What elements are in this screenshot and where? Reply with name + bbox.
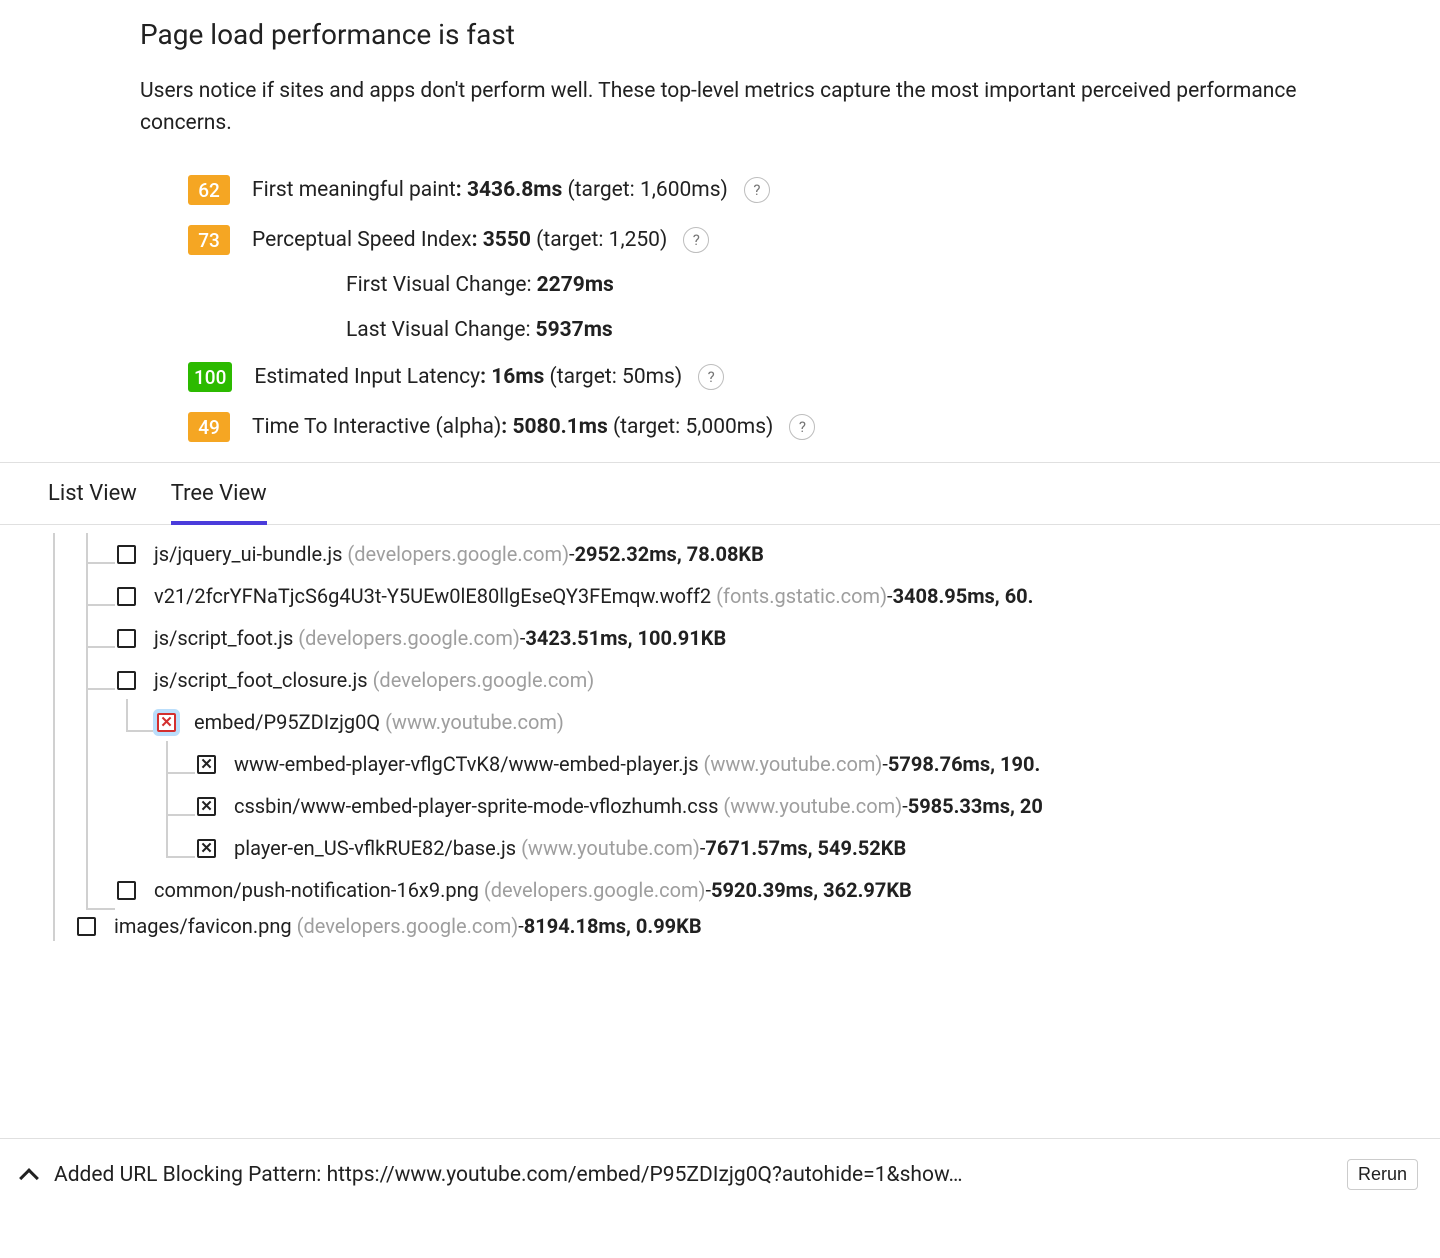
status-bar: Added URL Blocking Pattern: https://www.… bbox=[0, 1138, 1440, 1210]
tree-file: js/script_foot_closure.js bbox=[154, 668, 368, 692]
metric-time-to-interactive[interactable]: 49 Time To Interactive (alpha): 5080.1ms… bbox=[188, 412, 1300, 442]
tree-stats: 3408.95ms, 60. bbox=[893, 584, 1034, 608]
checkbox-icon[interactable] bbox=[77, 917, 96, 936]
tree-stats: 5798.76ms, 190. bbox=[888, 752, 1040, 776]
report-description: Users notice if sites and apps don't per… bbox=[140, 76, 1300, 139]
help-icon[interactable]: ? bbox=[698, 364, 724, 390]
tree-row[interactable]: embed/P95ZDIzjg0Q (www.youtube.com) bbox=[45, 701, 1440, 743]
checkbox-checked-icon[interactable] bbox=[197, 839, 216, 858]
tree-host: (developers.google.com) bbox=[298, 626, 520, 650]
checkbox-checked-icon[interactable] bbox=[197, 797, 216, 816]
checkbox-icon[interactable] bbox=[117, 629, 136, 648]
tree-row[interactable]: common/push-notification-16x9.png (devel… bbox=[45, 869, 1440, 911]
tree-stats: 2952.32ms, 78.08KB bbox=[575, 542, 764, 566]
metric-label: Perceptual Speed Index: 3550 (target: 1,… bbox=[252, 228, 667, 252]
tree-file: js/jquery_ui-bundle.js bbox=[154, 542, 342, 566]
tree-row[interactable]: player-en_US-vflkRUE82/base.js (www.yout… bbox=[45, 827, 1440, 869]
metric-label: Estimated Input Latency: 16ms (target: 5… bbox=[254, 365, 682, 389]
help-icon[interactable]: ? bbox=[744, 177, 770, 203]
tree-row[interactable]: images/favicon.png (developers.google.co… bbox=[45, 911, 1440, 941]
tree-row[interactable]: cssbin/www-embed-player-sprite-mode-vflo… bbox=[45, 785, 1440, 827]
metrics-list: 62 First meaningful paint: 3436.8ms (tar… bbox=[140, 175, 1300, 442]
tree-stats: 5920.39ms, 362.97KB bbox=[711, 878, 912, 902]
score-badge: 49 bbox=[188, 412, 230, 442]
checkbox-icon[interactable] bbox=[117, 671, 136, 690]
score-badge: 100 bbox=[188, 362, 232, 392]
tree-host: (www.youtube.com) bbox=[723, 794, 902, 818]
report-title: Page load performance is fast bbox=[140, 18, 1300, 51]
tree-host: (developers.google.com) bbox=[347, 542, 569, 566]
tree-host: (developers.google.com) bbox=[373, 668, 595, 692]
report-header: Page load performance is fast Users noti… bbox=[0, 0, 1440, 442]
checkbox-icon[interactable] bbox=[117, 881, 136, 900]
tree-file: player-en_US-vflkRUE82/base.js bbox=[234, 836, 516, 860]
tab-list-view[interactable]: List View bbox=[48, 463, 137, 524]
sub-metric-first-visual-change: First Visual Change: 2279ms bbox=[346, 272, 1300, 297]
checkbox-icon[interactable] bbox=[117, 545, 136, 564]
tree-file: embed/P95ZDIzjg0Q bbox=[194, 710, 380, 734]
sub-metric-last-visual-change: Last Visual Change: 5937ms bbox=[346, 317, 1300, 342]
tree-stats: 3423.51ms, 100.91KB bbox=[525, 626, 726, 650]
tabs: List View Tree View bbox=[0, 462, 1440, 525]
metric-label: First meaningful paint: 3436.8ms (target… bbox=[252, 178, 728, 202]
tree-row[interactable]: www-embed-player-vflgCTvK8/www-embed-pla… bbox=[45, 743, 1440, 785]
tree-file: www-embed-player-vflgCTvK8/www-embed-pla… bbox=[234, 752, 699, 776]
metric-estimated-input-latency[interactable]: 100 Estimated Input Latency: 16ms (targe… bbox=[188, 362, 1300, 392]
tree-row[interactable]: js/script_foot.js (developers.google.com… bbox=[45, 617, 1440, 659]
help-icon[interactable]: ? bbox=[683, 227, 709, 253]
tree-view: js/jquery_ui-bundle.js (developers.googl… bbox=[0, 525, 1440, 941]
checkbox-checked-icon[interactable] bbox=[157, 713, 176, 732]
tree-row[interactable]: js/script_foot_closure.js (developers.go… bbox=[45, 659, 1440, 701]
metric-perceptual-speed-index[interactable]: 73 Perceptual Speed Index: 3550 (target:… bbox=[188, 225, 1300, 255]
tree-file: cssbin/www-embed-player-sprite-mode-vflo… bbox=[234, 794, 718, 818]
sub-metrics: First Visual Change: 2279ms Last Visual … bbox=[188, 272, 1300, 342]
tree-stats: 5985.33ms, 20 bbox=[908, 794, 1043, 818]
tree-file: common/push-notification-16x9.png bbox=[154, 878, 479, 902]
chevron-up-icon[interactable] bbox=[19, 1168, 39, 1188]
metric-label: Time To Interactive (alpha): 5080.1ms (t… bbox=[252, 415, 773, 439]
tree-stats: 7671.57ms, 549.52KB bbox=[705, 836, 906, 860]
tree-host: (www.youtube.com) bbox=[385, 710, 564, 734]
tree-stats: 8194.18ms, 0.99KB bbox=[524, 914, 702, 938]
tree-host: (www.youtube.com) bbox=[704, 752, 883, 776]
tree-row[interactable]: v21/2fcrYFNaTjcS6g4U3t-Y5UEw0lE80llgEseQ… bbox=[45, 575, 1440, 617]
tree-file: images/favicon.png bbox=[114, 914, 292, 938]
status-text: Added URL Blocking Pattern: https://www.… bbox=[54, 1163, 1329, 1187]
tree-host: (developers.google.com) bbox=[484, 878, 706, 902]
tree-host: (fonts.gstatic.com) bbox=[716, 584, 887, 608]
tree-host: (developers.google.com) bbox=[297, 914, 519, 938]
tree-file: v21/2fcrYFNaTjcS6g4U3t-Y5UEw0lE80llgEseQ… bbox=[154, 584, 711, 608]
tree-row[interactable]: js/jquery_ui-bundle.js (developers.googl… bbox=[45, 533, 1440, 575]
score-badge: 73 bbox=[188, 225, 230, 255]
tree-host: (www.youtube.com) bbox=[521, 836, 700, 860]
metric-first-meaningful-paint[interactable]: 62 First meaningful paint: 3436.8ms (tar… bbox=[188, 175, 1300, 205]
rerun-button[interactable]: Rerun bbox=[1347, 1159, 1418, 1190]
tree-file: js/script_foot.js bbox=[154, 626, 293, 650]
tab-tree-view[interactable]: Tree View bbox=[171, 463, 267, 524]
help-icon[interactable]: ? bbox=[789, 414, 815, 440]
checkbox-checked-icon[interactable] bbox=[197, 755, 216, 774]
checkbox-icon[interactable] bbox=[117, 587, 136, 606]
score-badge: 62 bbox=[188, 175, 230, 205]
